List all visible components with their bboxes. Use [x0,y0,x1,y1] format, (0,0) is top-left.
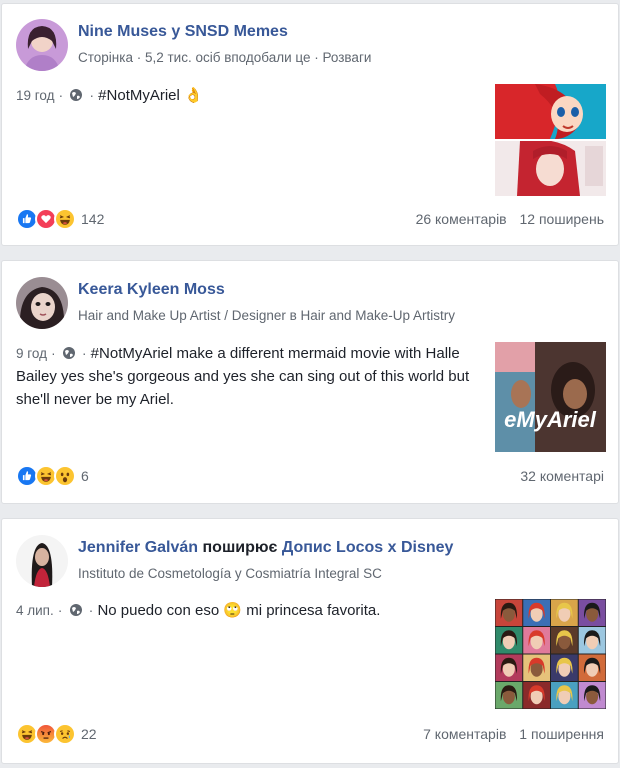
reaction-count[interactable]: 142 [81,211,104,227]
post-stats: 32 коментарі [520,468,604,484]
avatar[interactable] [16,19,68,71]
collage-tile [523,682,550,709]
sad-icon [54,723,76,745]
collage-tile [495,654,523,681]
wow-icon [54,465,76,487]
collage-tile [523,599,550,626]
collage-tile [578,627,606,654]
author-subtitle: Сторінка · 5,2 тис. осіб вподобали це · … [78,50,372,65]
reactions-summary[interactable]: 142 [16,207,104,231]
collage-tile [578,599,606,626]
collage-tile [495,682,523,709]
author-line: Jennifer Galván поширює Допис Locos x Di… [78,539,453,557]
collage-tile [495,599,523,626]
post-stats: 26 коментарів 12 поширень [416,211,604,227]
post-text: 9 год · · #NotMyAriel make a different m… [16,344,470,408]
post-body: No puedo con eso 🙄 mi princesa favorita. [97,602,381,619]
shares-count[interactable]: 12 поширень [520,211,604,227]
post-image-princess-grid[interactable] [495,599,606,709]
collage-tile [551,682,578,709]
globe-icon [69,86,83,101]
post-stats: 7 коментарів 1 поширення [423,726,604,742]
comments-count[interactable]: 26 коментарів [416,211,507,227]
reaction-count[interactable]: 22 [81,726,97,742]
author-name[interactable]: Jennifer Galván [78,539,198,556]
author-subtitle: Hair and Make Up Artist / Designer в Hai… [78,308,456,323]
haha-icon [54,208,76,230]
globe-icon [62,344,76,359]
post-time[interactable]: 4 лип. [16,603,54,618]
post-text: 19 год · · #NotMyAriel 👌 [16,86,203,104]
post-image-person-red-hair[interactable] [495,141,606,196]
post-card: Keera Kyleen Moss Hair and Make Up Artis… [1,260,619,504]
author-name[interactable]: Keera Kyleen Moss [78,281,225,299]
collage-tile [551,599,578,626]
reaction-count[interactable]: 6 [81,468,89,484]
collage-tile [523,654,550,681]
post-card: Nine Muses у SNSD Memes Сторінка · 5,2 т… [1,3,619,246]
poster-caption: eMyAriel [504,407,597,432]
shares-count[interactable]: 1 поширення [519,726,604,742]
reactions-summary[interactable]: 22 [16,722,97,746]
avatar[interactable] [16,277,68,329]
collage-tile [551,627,578,654]
reactions-summary[interactable]: 6 [16,464,89,488]
comments-count[interactable]: 7 коментарів [423,726,506,742]
author-subtitle: Instituto de Cosmetología y Cosmiatría I… [78,566,382,581]
post-hashtag-text[interactable]: #NotMyAriel 👌 [98,87,203,104]
comments-count[interactable]: 32 коментарі [520,468,604,484]
collage-tile [578,654,606,681]
collage-tile [523,627,550,654]
share-verb: поширює [202,539,278,556]
post-time[interactable]: 19 год [16,88,54,103]
post-text: 4 лип. · · No puedo con eso 🙄 mi princes… [16,601,381,619]
post-card: Jennifer Galván поширює Допис Locos x Di… [1,518,619,764]
shared-page-link[interactable]: Допис Locos x Disney [282,539,454,556]
avatar[interactable] [16,535,68,587]
post-time[interactable]: 9 год [16,346,47,361]
globe-icon [69,601,83,616]
collage-tile [495,627,523,654]
collage-tile [578,682,606,709]
author-name[interactable]: Nine Muses у SNSD Memes [78,23,288,41]
post-image-mermaid-poster[interactable]: eMyAriel [495,342,606,452]
collage-tile [551,654,578,681]
post-image-ariel-cartoon[interactable] [495,84,606,139]
